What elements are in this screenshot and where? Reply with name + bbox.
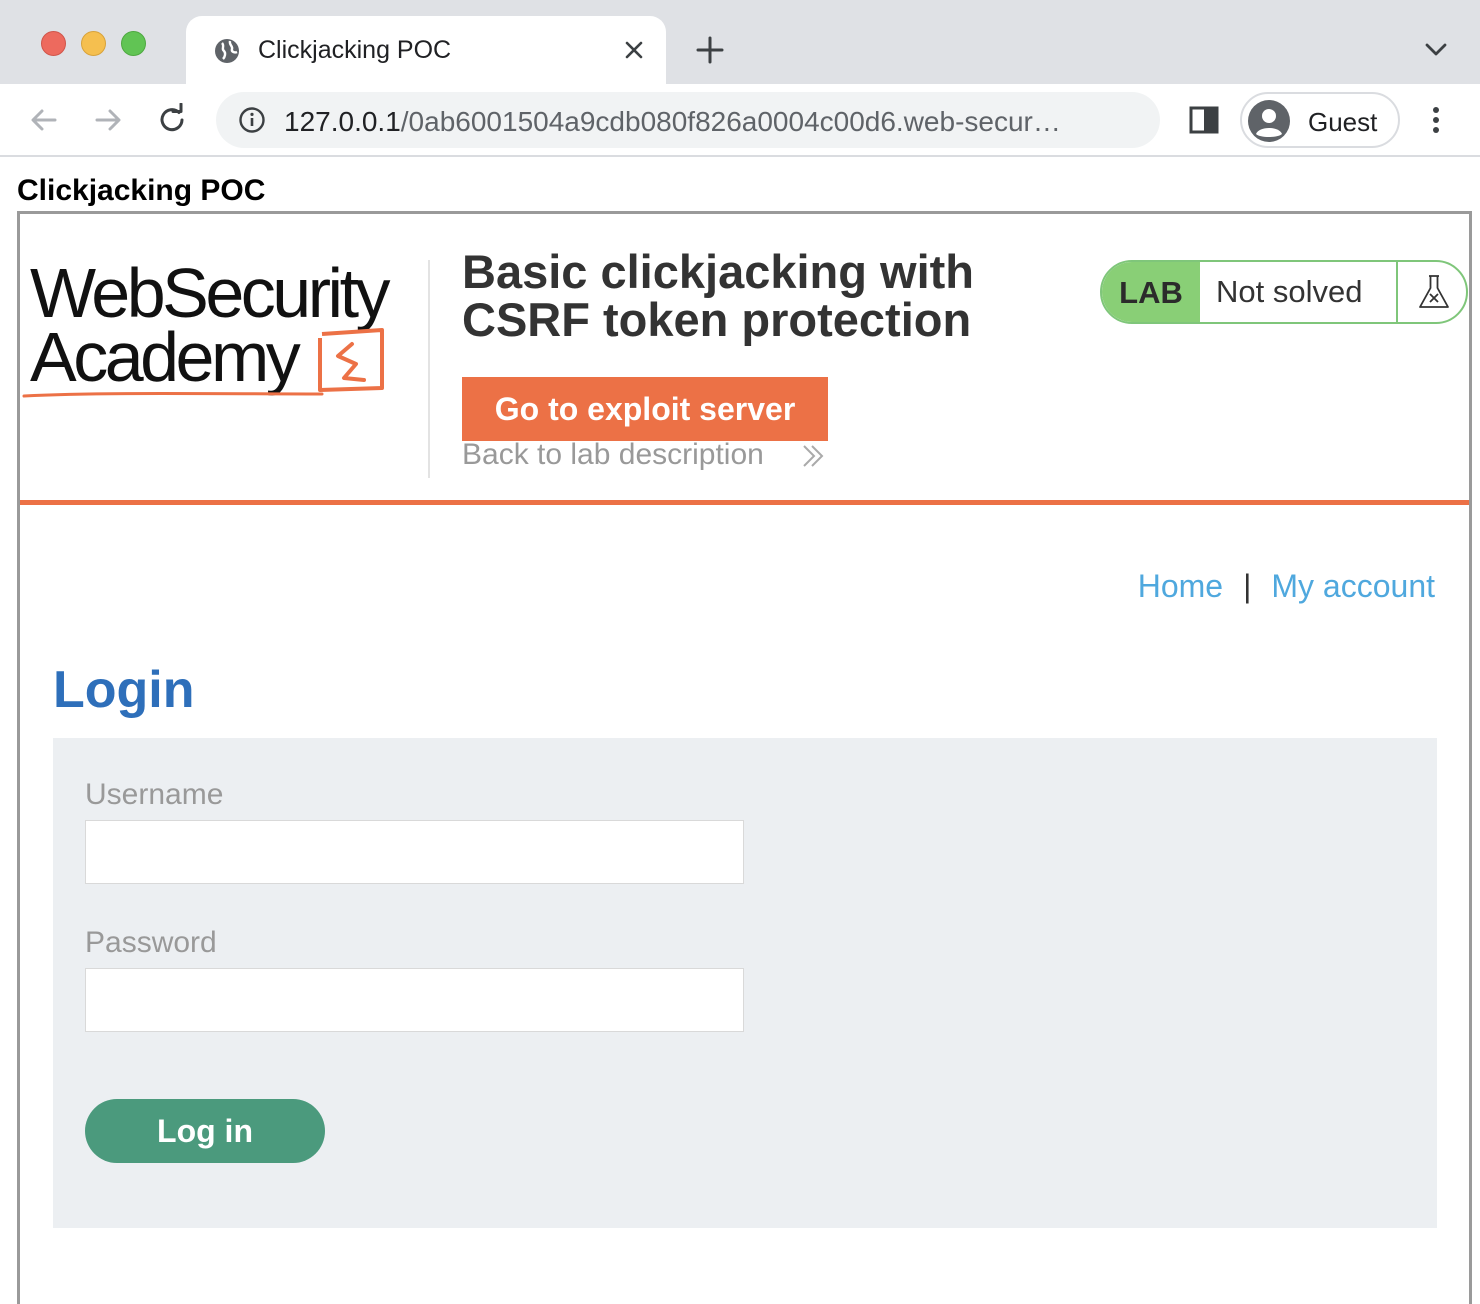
log-in-button[interactable]: Log in (85, 1099, 325, 1163)
window-minimize-button[interactable] (81, 31, 106, 56)
sidepanel-icon[interactable] (1187, 103, 1221, 137)
close-icon[interactable] (620, 36, 648, 64)
nav-home-link[interactable]: Home (1138, 568, 1223, 604)
browser-tab-active[interactable]: Clickjacking POC (186, 16, 666, 84)
avatar-icon (1248, 100, 1290, 142)
lab-status-badge: LAB Not solved (1100, 260, 1468, 324)
tab-title: Clickjacking POC (258, 36, 452, 64)
page-title: Clickjacking POC (17, 174, 266, 207)
flask-container (1396, 262, 1466, 322)
embedded-iframe: WebSecurity Academy Basic clickjacking w… (17, 211, 1472, 1304)
url-host: 127.0.0.1 (284, 106, 401, 137)
logo-mark-icon (22, 328, 384, 398)
browser-toolbar: 127.0.0.1/0ab6001504a9cdb080f826a0004c00… (0, 84, 1480, 157)
reload-icon[interactable] (155, 103, 189, 137)
profile-button[interactable]: Guest (1240, 92, 1400, 148)
password-label: Password (85, 926, 217, 959)
back-to-lab-description-link[interactable]: Back to lab description (462, 438, 764, 472)
nav-separator: | (1243, 568, 1252, 604)
url-text: 127.0.0.1/0ab6001504a9cdb080f826a0004c00… (284, 106, 1134, 138)
top-nav: Home | My account (1138, 568, 1435, 605)
lab-status-text: Not solved (1216, 274, 1363, 309)
profile-label: Guest (1308, 107, 1378, 137)
tab-strip: Clickjacking POC (0, 0, 1480, 84)
window-close-button[interactable] (41, 31, 66, 56)
username-label: Username (85, 778, 224, 811)
login-form: Username Password Log in (53, 738, 1437, 1228)
address-bar[interactable]: 127.0.0.1/0ab6001504a9cdb080f826a0004c00… (216, 92, 1160, 148)
password-input[interactable] (85, 968, 744, 1032)
header-divider (428, 260, 430, 478)
header-rule (20, 500, 1469, 505)
double-chevron-icon (803, 445, 824, 467)
globe-icon (215, 39, 239, 63)
kebab-menu-icon[interactable] (1419, 103, 1453, 137)
login-heading: Login (53, 661, 195, 719)
lab-title: Basic clickjacking with CSRF token prote… (462, 245, 974, 346)
url-path: /0ab6001504a9cdb080f826a0004c00d6.web-se… (400, 106, 1061, 137)
flask-icon (1419, 275, 1449, 308)
username-input[interactable] (85, 820, 744, 884)
info-icon[interactable] (238, 106, 266, 134)
plus-icon[interactable] (694, 34, 726, 66)
nav-my-account-link[interactable]: My account (1271, 568, 1435, 604)
lab-tag: LAB (1102, 262, 1200, 322)
forward-arrow-icon[interactable] (91, 103, 125, 137)
back-arrow-icon[interactable] (27, 103, 61, 137)
window-zoom-button[interactable] (121, 31, 146, 56)
chevron-down-icon[interactable] (1422, 38, 1450, 62)
go-to-exploit-server-button[interactable]: Go to exploit server (462, 377, 828, 441)
web-security-academy-logo[interactable]: WebSecurity Academy (22, 254, 422, 404)
